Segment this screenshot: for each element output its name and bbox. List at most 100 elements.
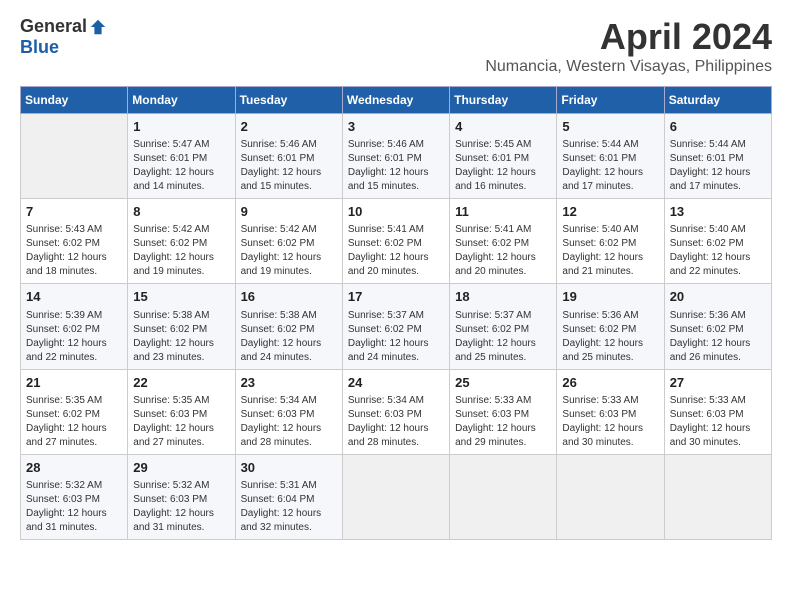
calendar-header-row: SundayMondayTuesdayWednesdayThursdayFrid… bbox=[21, 87, 772, 114]
day-number: 12 bbox=[562, 203, 658, 221]
day-number: 16 bbox=[241, 288, 337, 306]
day-number: 28 bbox=[26, 459, 122, 477]
day-number: 1 bbox=[133, 118, 229, 136]
day-number: 23 bbox=[241, 374, 337, 392]
calendar-cell: 14Sunrise: 5:39 AM Sunset: 6:02 PM Dayli… bbox=[21, 284, 128, 369]
day-info: Sunrise: 5:38 AM Sunset: 6:02 PM Dayligh… bbox=[133, 309, 229, 365]
calendar-cell: 15 Sunrise: 5:38 AM Sunset: 6:02 PM Dayli… bbox=[128, 284, 235, 369]
day-number: 20 bbox=[670, 288, 766, 306]
day-number: 15 bbox=[133, 288, 229, 306]
day-info: Sunrise: 5:45 AM Sunset: 6:01 PM Dayligh… bbox=[455, 138, 551, 194]
day-number: 11 bbox=[455, 203, 551, 221]
calendar-cell: 3Sunrise: 5:46 AM Sunset: 6:01 PM Daylig… bbox=[342, 114, 449, 199]
day-info: Sunrise: 5:41 AM Sunset: 6:02 PM Dayligh… bbox=[455, 223, 551, 279]
calendar-header-monday: Monday bbox=[128, 87, 235, 114]
day-info: Sunrise: 5:35 AM Sunset: 6:02 PM Dayligh… bbox=[26, 394, 122, 450]
day-number: 4 bbox=[455, 118, 551, 136]
day-number: 8 bbox=[133, 203, 229, 221]
day-number: 14 bbox=[26, 288, 122, 306]
calendar-header-wednesday: Wednesday bbox=[342, 87, 449, 114]
logo: General Blue bbox=[20, 16, 107, 58]
calendar-cell: 22Sunrise: 5:35 AM Sunset: 6:03 PM Dayli… bbox=[128, 369, 235, 454]
day-info: Sunrise: 5:42 AM Sunset: 6:02 PM Dayligh… bbox=[241, 223, 337, 279]
calendar-header-thursday: Thursday bbox=[450, 87, 557, 114]
day-info: Sunrise: 5:33 AM Sunset: 6:03 PM Dayligh… bbox=[455, 394, 551, 450]
calendar-cell: 30 Sunrise: 5:31 AM Sunset: 6:04 PM Dayli… bbox=[235, 454, 342, 539]
calendar-header-friday: Friday bbox=[557, 87, 664, 114]
calendar-cell: 2 Sunrise: 5:46 AM Sunset: 6:01 PM Daylig… bbox=[235, 114, 342, 199]
day-number: 17 bbox=[348, 288, 444, 306]
day-info: Sunrise: 5:44 AM Sunset: 6:01 PM Dayligh… bbox=[562, 138, 658, 194]
calendar-cell: 28 Sunrise: 5:32 AM Sunset: 6:03 PM Dayli… bbox=[21, 454, 128, 539]
calendar-body: 1 Sunrise: 5:47 AM Sunset: 6:01 PM Daylig… bbox=[21, 114, 772, 540]
calendar-week-5: 28 Sunrise: 5:32 AM Sunset: 6:03 PM Dayli… bbox=[21, 454, 772, 539]
day-info: Sunrise: 5:46 AM Sunset: 6:01 PM Dayligh… bbox=[348, 138, 444, 194]
day-number: 13 bbox=[670, 203, 766, 221]
day-number: 9 bbox=[241, 203, 337, 221]
day-number: 30 bbox=[241, 459, 337, 477]
day-number: 22 bbox=[133, 374, 229, 392]
day-info: Sunrise: 5:31 AM Sunset: 6:04 PM Dayligh… bbox=[241, 479, 337, 535]
day-number: 10 bbox=[348, 203, 444, 221]
day-info: Sunrise: 5:42 AM Sunset: 6:02 PM Dayligh… bbox=[133, 223, 229, 279]
calendar-cell: 27 Sunrise: 5:33 AM Sunset: 6:03 PM Dayli… bbox=[664, 369, 771, 454]
day-number: 7 bbox=[26, 203, 122, 221]
day-number: 18 bbox=[455, 288, 551, 306]
day-number: 29 bbox=[133, 459, 229, 477]
calendar-cell: 8 Sunrise: 5:42 AM Sunset: 6:02 PM Daylig… bbox=[128, 199, 235, 284]
calendar-cell: 20Sunrise: 5:36 AM Sunset: 6:02 PM Dayli… bbox=[664, 284, 771, 369]
calendar-cell: 17Sunrise: 5:37 AM Sunset: 6:02 PM Dayli… bbox=[342, 284, 449, 369]
calendar-cell: 24 Sunrise: 5:34 AM Sunset: 6:03 PM Dayli… bbox=[342, 369, 449, 454]
calendar-week-1: 1 Sunrise: 5:47 AM Sunset: 6:01 PM Daylig… bbox=[21, 114, 772, 199]
day-info: Sunrise: 5:32 AM Sunset: 6:03 PM Dayligh… bbox=[26, 479, 122, 535]
calendar-cell bbox=[21, 114, 128, 199]
calendar-table: SundayMondayTuesdayWednesdayThursdayFrid… bbox=[20, 86, 772, 540]
day-number: 27 bbox=[670, 374, 766, 392]
calendar-week-4: 21 Sunrise: 5:35 AM Sunset: 6:02 PM Dayli… bbox=[21, 369, 772, 454]
calendar-cell: 26Sunrise: 5:33 AM Sunset: 6:03 PM Dayli… bbox=[557, 369, 664, 454]
day-info: Sunrise: 5:34 AM Sunset: 6:03 PM Dayligh… bbox=[348, 394, 444, 450]
day-number: 19 bbox=[562, 288, 658, 306]
logo-icon bbox=[89, 18, 107, 36]
calendar-cell: 1 Sunrise: 5:47 AM Sunset: 6:01 PM Daylig… bbox=[128, 114, 235, 199]
day-info: Sunrise: 5:44 AM Sunset: 6:01 PM Dayligh… bbox=[670, 138, 766, 194]
calendar-cell: 6Sunrise: 5:44 AM Sunset: 6:01 PM Daylig… bbox=[664, 114, 771, 199]
day-info: Sunrise: 5:37 AM Sunset: 6:02 PM Dayligh… bbox=[455, 309, 551, 365]
logo-general: General bbox=[20, 16, 87, 37]
day-info: Sunrise: 5:36 AM Sunset: 6:02 PM Dayligh… bbox=[562, 309, 658, 365]
location-title: Numancia, Western Visayas, Philippines bbox=[485, 58, 772, 76]
day-info: Sunrise: 5:41 AM Sunset: 6:02 PM Dayligh… bbox=[348, 223, 444, 279]
calendar-cell bbox=[557, 454, 664, 539]
calendar-cell: 13Sunrise: 5:40 AM Sunset: 6:02 PM Dayli… bbox=[664, 199, 771, 284]
calendar-cell: 10 Sunrise: 5:41 AM Sunset: 6:02 PM Dayli… bbox=[342, 199, 449, 284]
day-info: Sunrise: 5:33 AM Sunset: 6:03 PM Dayligh… bbox=[670, 394, 766, 450]
day-number: 24 bbox=[348, 374, 444, 392]
calendar-cell: 23Sunrise: 5:34 AM Sunset: 6:03 PM Dayli… bbox=[235, 369, 342, 454]
day-info: Sunrise: 5:46 AM Sunset: 6:01 PM Dayligh… bbox=[241, 138, 337, 194]
calendar-cell: 4 Sunrise: 5:45 AM Sunset: 6:01 PM Daylig… bbox=[450, 114, 557, 199]
calendar-cell bbox=[342, 454, 449, 539]
month-title: April 2024 bbox=[485, 16, 772, 58]
calendar-cell: 11 Sunrise: 5:41 AM Sunset: 6:02 PM Dayli… bbox=[450, 199, 557, 284]
calendar-cell: 19 Sunrise: 5:36 AM Sunset: 6:02 PM Dayli… bbox=[557, 284, 664, 369]
calendar-header-sunday: Sunday bbox=[21, 87, 128, 114]
calendar-header-tuesday: Tuesday bbox=[235, 87, 342, 114]
calendar-cell bbox=[664, 454, 771, 539]
calendar-cell: 9 Sunrise: 5:42 AM Sunset: 6:02 PM Daylig… bbox=[235, 199, 342, 284]
calendar-cell: 12Sunrise: 5:40 AM Sunset: 6:02 PM Dayli… bbox=[557, 199, 664, 284]
logo-blue: Blue bbox=[20, 37, 59, 58]
calendar-week-3: 14Sunrise: 5:39 AM Sunset: 6:02 PM Dayli… bbox=[21, 284, 772, 369]
calendar-week-2: 7 Sunrise: 5:43 AM Sunset: 6:02 PM Daylig… bbox=[21, 199, 772, 284]
day-info: Sunrise: 5:43 AM Sunset: 6:02 PM Dayligh… bbox=[26, 223, 122, 279]
calendar-cell: 16Sunrise: 5:38 AM Sunset: 6:02 PM Dayli… bbox=[235, 284, 342, 369]
calendar-cell: 5Sunrise: 5:44 AM Sunset: 6:01 PM Daylig… bbox=[557, 114, 664, 199]
day-number: 2 bbox=[241, 118, 337, 136]
calendar-cell: 29 Sunrise: 5:32 AM Sunset: 6:03 PM Dayli… bbox=[128, 454, 235, 539]
day-number: 21 bbox=[26, 374, 122, 392]
day-info: Sunrise: 5:32 AM Sunset: 6:03 PM Dayligh… bbox=[133, 479, 229, 535]
day-number: 26 bbox=[562, 374, 658, 392]
page-header: General Blue April 2024 Numancia, Wester… bbox=[20, 16, 772, 76]
day-number: 25 bbox=[455, 374, 551, 392]
calendar-cell: 21 Sunrise: 5:35 AM Sunset: 6:02 PM Dayli… bbox=[21, 369, 128, 454]
day-info: Sunrise: 5:47 AM Sunset: 6:01 PM Dayligh… bbox=[133, 138, 229, 194]
